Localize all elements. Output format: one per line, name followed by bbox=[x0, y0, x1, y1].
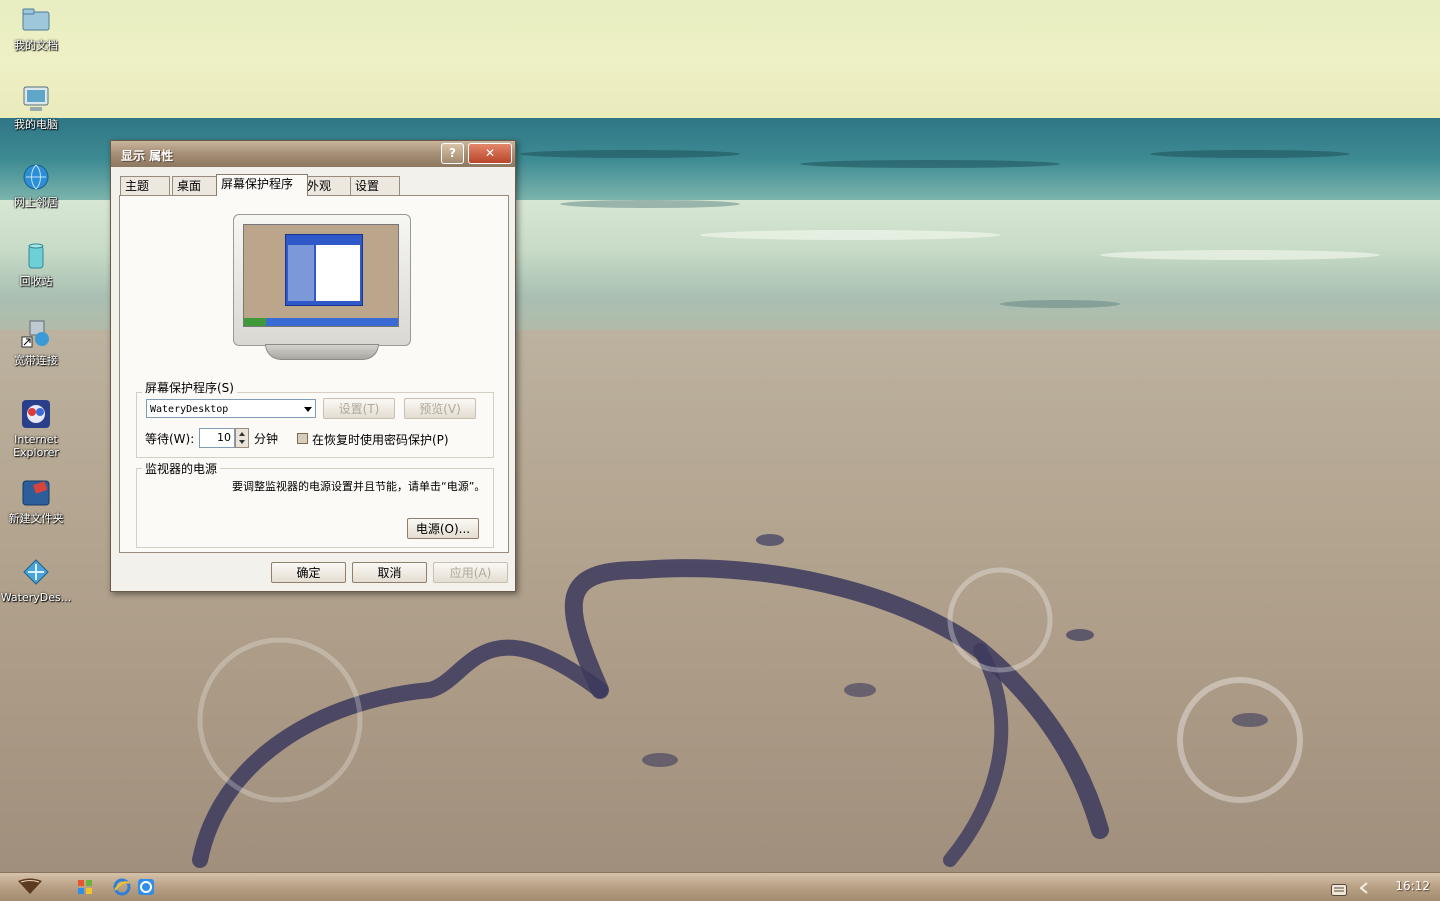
monitor-stand bbox=[265, 344, 379, 360]
dialog-title: 显示 属性 bbox=[121, 149, 174, 163]
tab-appearance[interactable]: 外观 bbox=[302, 176, 352, 195]
desktop-icon-label: 回收站 bbox=[19, 275, 53, 288]
start-button[interactable] bbox=[12, 878, 48, 896]
preview-button[interactable]: 预览(V) bbox=[404, 398, 476, 419]
folder-documents-icon bbox=[20, 4, 52, 36]
network-connection-icon bbox=[20, 319, 52, 351]
screensaver-group-label: 屏幕保护程序(S) bbox=[142, 379, 237, 396]
computer-icon bbox=[20, 83, 52, 115]
desktop-icon-label: WateryDes... bbox=[0, 591, 72, 604]
preview-start-button bbox=[244, 318, 266, 326]
chevron-left-icon[interactable] bbox=[1358, 880, 1370, 894]
tab-settings[interactable]: 设置 bbox=[350, 176, 400, 195]
desktop-icon-label: 新建文件夹 bbox=[8, 512, 64, 525]
cancel-button[interactable]: 取消 bbox=[352, 562, 427, 583]
internet-explorer-icon[interactable] bbox=[113, 878, 131, 896]
wait-minutes-input[interactable]: 10 bbox=[199, 428, 235, 448]
windows-logo-icon[interactable] bbox=[76, 878, 94, 896]
wait-spinner[interactable] bbox=[235, 428, 249, 448]
desktop-icon-new-folder[interactable]: 新建文件夹 bbox=[0, 477, 72, 525]
desktop-icon-label: Internet Explorer bbox=[13, 433, 59, 459]
desktop-icon-waterydesktop[interactable]: WateryDes... bbox=[0, 556, 72, 604]
tab-screensaver[interactable]: 屏幕保护程序 bbox=[216, 174, 308, 196]
screensaver-select[interactable]: WateryDesktop bbox=[146, 399, 316, 418]
help-button[interactable]: ? bbox=[441, 143, 464, 164]
taskbar: 16:12 bbox=[0, 872, 1440, 901]
tab-themes[interactable]: 主题 bbox=[120, 176, 170, 195]
power-button[interactable]: 电源(O)... bbox=[407, 518, 479, 539]
minutes-label: 分钟 bbox=[254, 432, 279, 446]
monitor-preview bbox=[233, 214, 411, 346]
ok-button[interactable]: 确定 bbox=[271, 562, 346, 583]
internet-explorer-icon bbox=[20, 398, 52, 430]
new-folder-icon bbox=[20, 477, 52, 509]
password-protect-checkbox[interactable] bbox=[297, 433, 308, 444]
taskbar-clock[interactable]: 16:12 bbox=[1395, 879, 1430, 893]
close-button[interactable]: ✕ bbox=[468, 143, 512, 164]
desktop-icon-my-documents[interactable]: 我的文档 bbox=[0, 4, 72, 52]
preview-taskbar bbox=[244, 318, 398, 326]
power-group-label: 监视器的电源 bbox=[142, 460, 221, 477]
password-protect-label[interactable]: 在恢复时使用密码保护(P) bbox=[312, 431, 449, 448]
waterydesktop-icon bbox=[20, 556, 52, 588]
desktop-icon-broadband[interactable]: 宽带连接 bbox=[0, 319, 72, 367]
power-description: 要调整监视器的电源设置并且节能，请单击“电源”。 bbox=[232, 480, 486, 493]
desktop-icon-label: 我的文档 bbox=[14, 39, 58, 52]
preview-screen bbox=[243, 224, 399, 327]
preview-window bbox=[285, 234, 363, 306]
desktop-icon-network[interactable]: 网上邻居 bbox=[0, 161, 72, 209]
tab-desktop[interactable]: 桌面 bbox=[172, 176, 222, 195]
screensaver-select-value: WateryDesktop bbox=[150, 404, 229, 415]
apply-button[interactable]: 应用(A) bbox=[433, 562, 508, 583]
network-globe-icon bbox=[20, 161, 52, 193]
desktop-icon-label: 网上邻居 bbox=[14, 196, 58, 209]
display-properties-dialog: 显示 属性 ? ✕ 主题 桌面 屏幕保护程序 外观 设置 屏幕保护程序(S) W… bbox=[110, 140, 516, 592]
recycle-bin-icon bbox=[20, 240, 52, 272]
chevron-down-icon[interactable] bbox=[304, 407, 312, 412]
settings-button[interactable]: 设置(T) bbox=[323, 398, 395, 419]
desktop-icon-recycle-bin[interactable]: 回收站 bbox=[0, 240, 72, 288]
keyboard-icon[interactable] bbox=[1331, 881, 1347, 896]
desktop-icon-internet-explorer[interactable]: Internet Explorer bbox=[0, 398, 72, 459]
desktop-icon-label: 我的电脑 bbox=[14, 118, 58, 131]
dialog-titlebar[interactable]: 显示 属性 ? ✕ bbox=[111, 141, 515, 167]
screensaver-tab-panel: 屏幕保护程序(S) WateryDesktop 设置(T) 预览(V) 等待(W… bbox=[119, 195, 509, 553]
wait-label: 等待(W): bbox=[145, 432, 195, 446]
tab-strip: 主题 桌面 屏幕保护程序 外观 设置 bbox=[120, 174, 510, 196]
desktop-icon-label: 宽带连接 bbox=[14, 354, 58, 367]
desktop-icon-my-computer[interactable]: 我的电脑 bbox=[0, 83, 72, 131]
ie-blue-icon[interactable] bbox=[137, 878, 155, 896]
